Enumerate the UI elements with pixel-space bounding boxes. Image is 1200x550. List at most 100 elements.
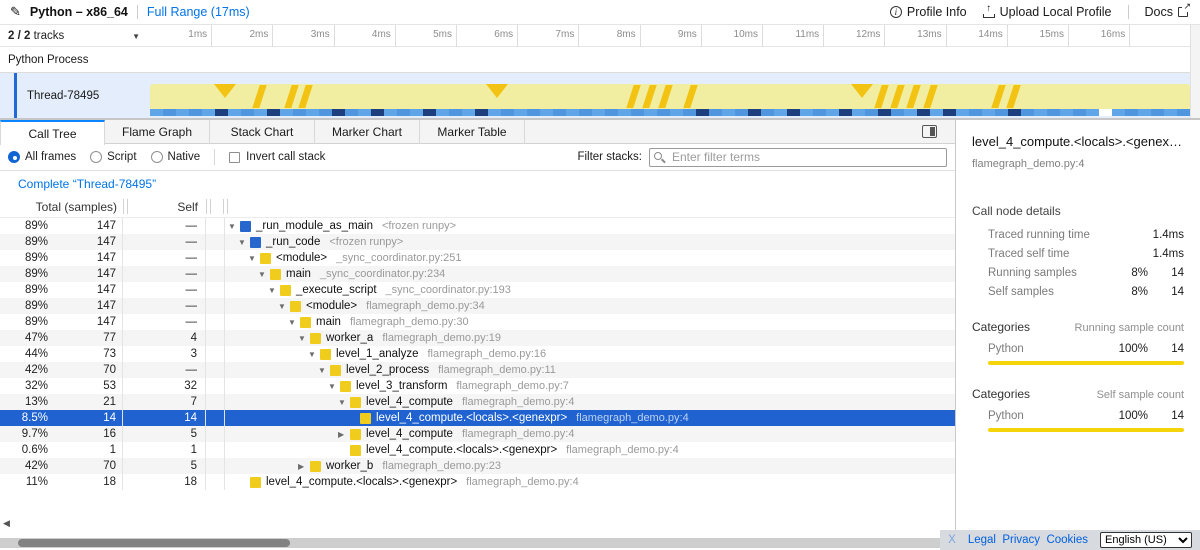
call-tree-row[interactable]: 89%147—▼mainflamegraph_demo.py:30 [0, 314, 955, 330]
self-samples: — [123, 250, 206, 266]
marker-triangle[interactable] [486, 84, 508, 98]
marker-stripe[interactable] [991, 85, 1005, 108]
call-tree-row[interactable]: 89%147—▼<module>_sync_coordinator.py:251 [0, 250, 955, 266]
call-tree-row[interactable]: 89%147—▼_run_code<frozen runpy> [0, 234, 955, 250]
language-select[interactable]: English (US) [1100, 532, 1192, 548]
call-tree-row[interactable]: 44%733▼level_1_analyzeflamegraph_demo.py… [0, 346, 955, 362]
call-tree-row[interactable]: 13%217▼level_4_computeflamegraph_demo.py… [0, 394, 955, 410]
marker-stripe[interactable] [284, 85, 298, 108]
upload-profile-button[interactable]: ↑ Upload Local Profile [983, 5, 1112, 19]
marker-stripe[interactable] [890, 85, 904, 108]
top-header: ✎ Python – x86_64 Full Range (17ms) i Pr… [0, 0, 1200, 25]
chevron-down-icon[interactable]: ▼ [132, 32, 150, 41]
tab-marker-chart[interactable]: Marker Chart [315, 120, 420, 144]
expand-toggle-icon[interactable]: ▼ [288, 318, 300, 327]
sidebar-toggle-button[interactable] [922, 125, 937, 138]
sample-cell [553, 109, 566, 116]
filter-input[interactable] [649, 148, 947, 167]
radio-native[interactable]: Native [151, 151, 201, 163]
footer-link-privacy[interactable]: Privacy [1002, 534, 1040, 546]
expand-toggle-icon[interactable]: ▼ [258, 270, 270, 279]
breadcrumb-root-link[interactable]: Complete “Thread-78495” [18, 177, 156, 191]
call-tree-row[interactable]: 9.7%165▶level_4_computeflamegraph_demo.p… [0, 426, 955, 442]
marker-triangle[interactable] [214, 84, 236, 98]
category-square-icon [270, 269, 281, 280]
sample-strip[interactable] [150, 109, 1190, 116]
expand-toggle-icon[interactable]: ▼ [328, 382, 340, 391]
call-tree-row[interactable]: 42%70—▼level_2_processflamegraph_demo.py… [0, 362, 955, 378]
tab-stack-chart[interactable]: Stack Chart [210, 120, 315, 144]
edit-profile-name-icon[interactable]: ✎ [10, 4, 21, 20]
expand-toggle-icon[interactable]: ▼ [308, 350, 320, 359]
invert-call-stack-checkbox[interactable]: Invert call stack [229, 151, 325, 163]
column-resize-handle[interactable] [206, 199, 211, 214]
activity-graph[interactable] [150, 84, 1190, 109]
expand-toggle-icon[interactable]: ▼ [268, 286, 280, 295]
marker-stripe[interactable] [906, 85, 920, 108]
thread-track-label[interactable]: Thread-78495 [17, 73, 150, 118]
scroll-left-icon[interactable]: ◀ [3, 518, 10, 529]
tab-flame-graph[interactable]: Flame Graph [105, 120, 210, 144]
marker-triangle[interactable] [851, 84, 873, 98]
tracks-word: tracks [34, 30, 65, 42]
expand-toggle-icon[interactable]: ▼ [318, 366, 330, 375]
tab-marker-table[interactable]: Marker Table [420, 120, 525, 144]
thread-track[interactable]: Thread-78495 [0, 73, 1190, 118]
expand-toggle-icon[interactable]: ▶ [298, 462, 310, 471]
ruler-gridline [272, 25, 273, 47]
column-resize-handle[interactable] [223, 199, 228, 214]
expand-toggle-icon[interactable]: ▼ [298, 334, 310, 343]
process-track-header[interactable]: Python Process [0, 47, 1190, 73]
column-total-header[interactable]: Total (samples) [0, 200, 123, 214]
tracks-dropdown[interactable]: 2 / 2 tracks ▼ [0, 25, 150, 47]
marker-stripe[interactable] [252, 85, 266, 108]
marker-stripe[interactable] [298, 85, 312, 108]
call-tree-row[interactable]: 47%774▼worker_aflamegraph_demo.py:19 [0, 330, 955, 346]
thread-track-graph[interactable] [150, 73, 1190, 118]
marker-stripe[interactable] [658, 85, 672, 108]
expand-toggle-icon[interactable]: ▼ [338, 398, 350, 407]
horizontal-scrollbar[interactable] [0, 538, 940, 548]
expand-toggle-icon[interactable]: ▼ [278, 302, 290, 311]
detail-percent: 8% [1108, 286, 1148, 298]
expand-toggle-icon[interactable]: ▼ [228, 222, 240, 231]
marker-stripe[interactable] [626, 85, 640, 108]
call-tree-row[interactable]: 42%705▶worker_bflamegraph_demo.py:23 [0, 458, 955, 474]
full-range-link[interactable]: Full Range (17ms) [147, 5, 250, 19]
marker-stripe[interactable] [923, 85, 937, 108]
footer-link-legal[interactable]: Legal [968, 534, 996, 546]
column-resize-handle[interactable] [123, 199, 128, 214]
marker-stripe[interactable] [1006, 85, 1020, 108]
tab-call-tree[interactable]: Call Tree [0, 120, 105, 145]
call-tree-row[interactable]: 89%147—▼_execute_script_sync_coordinator… [0, 282, 955, 298]
expand-toggle-icon[interactable]: ▼ [248, 254, 260, 263]
docs-button[interactable]: Docs [1145, 5, 1188, 19]
call-tree-row[interactable]: 89%147—▼_run_module_as_main<frozen runpy… [0, 218, 955, 234]
profile-info-button[interactable]: i Profile Info [890, 5, 967, 19]
scrollbar-thumb[interactable] [18, 539, 290, 547]
footer-link-cookies[interactable]: Cookies [1046, 534, 1088, 546]
radio-all-frames[interactable]: All frames [8, 151, 76, 163]
footer-dismiss-button[interactable]: X [948, 534, 956, 546]
tracks-count: 2 / 2 [8, 30, 30, 42]
file-location: flamegraph_demo.py:23 [382, 460, 501, 472]
sidebar-function-title: level_4_compute.<locals>.<genexpr> [972, 134, 1184, 149]
expand-toggle-icon[interactable]: ▼ [238, 238, 250, 247]
function-name: level_4_compute [366, 428, 453, 440]
marker-stripe[interactable] [683, 85, 697, 108]
marker-stripe[interactable] [642, 85, 656, 108]
call-tree-row[interactable]: 32%5332▼level_3_transformflamegraph_demo… [0, 378, 955, 394]
call-tree-row[interactable]: 0.6%11level_4_compute.<locals>.<genexpr>… [0, 442, 955, 458]
call-tree-row[interactable]: 8.5%1414level_4_compute.<locals>.<genexp… [0, 410, 955, 426]
radio-script[interactable]: Script [90, 151, 136, 163]
call-tree-row[interactable]: 89%147—▼main_sync_coordinator.py:234 [0, 266, 955, 282]
marker-stripe[interactable] [874, 85, 888, 108]
timeline-scroll-gutter [1190, 25, 1200, 118]
function-name: level_4_compute.<locals>.<genexpr> [366, 444, 557, 456]
column-self-header[interactable]: Self [130, 200, 206, 214]
call-tree-row[interactable]: 11%1818level_4_compute.<locals>.<genexpr… [0, 474, 955, 490]
time-ruler[interactable]: 1ms2ms3ms4ms5ms6ms7ms8ms9ms10ms11ms12ms1… [150, 25, 1190, 47]
call-tree-row[interactable]: 89%147—▼<module>flamegraph_demo.py:34 [0, 298, 955, 314]
self-samples: — [123, 266, 206, 282]
expand-toggle-icon[interactable]: ▶ [338, 430, 350, 439]
